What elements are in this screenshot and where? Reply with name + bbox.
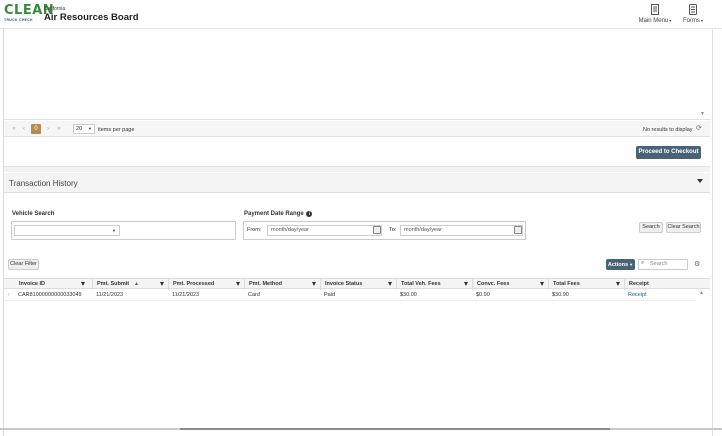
forms-label: Forms	[682, 18, 700, 24]
col-invoice-status[interactable]: Invoice Status	[320, 279, 396, 290]
forms-button[interactable]: Forms ▾	[680, 4, 706, 24]
receipt-link[interactable]: Receipt	[624, 290, 696, 301]
settings-gear-icon[interactable]: ⚙	[694, 260, 700, 268]
caret-down-icon: ▼	[112, 228, 116, 233]
table-scroll-up-icon[interactable]: ▲	[699, 290, 704, 296]
section-divider	[4, 166, 710, 172]
items-per-page-label: items per page	[98, 127, 135, 133]
col-pmt-processed[interactable]: Pmt. Processed	[168, 279, 244, 290]
collapse-chevron-icon[interactable]	[697, 179, 703, 183]
col-label: Invoice ID	[19, 281, 45, 287]
col-label: Total Fees	[553, 281, 580, 287]
table-header: Invoice ID Pmt. Submit ▲ Pmt. Processed P…	[4, 278, 710, 290]
caret-down-icon: ▼	[628, 262, 634, 267]
cell-invoice-status: Paid	[324, 292, 336, 298]
col-pmt-submit[interactable]: Pmt. Submit ▲	[92, 279, 168, 290]
calendar-icon[interactable]	[373, 226, 381, 234]
vehicle-search-label: Vehicle Search	[12, 211, 55, 217]
last-page-icon[interactable]: »	[54, 124, 64, 134]
cart-grid-body	[4, 30, 711, 120]
from-date-input[interactable]: month/day/year	[267, 225, 382, 236]
current-page[interactable]: 0	[31, 124, 41, 134]
col-label: Pmt. Method	[249, 281, 282, 287]
no-results-text: No results to display	[643, 127, 693, 133]
page-size-value: 20	[76, 126, 83, 132]
refresh-icon[interactable]: ⟳	[696, 124, 702, 132]
col-label: Convc. Fees	[477, 281, 510, 287]
filter-icon[interactable]	[312, 282, 316, 286]
filter-icon[interactable]	[388, 282, 392, 286]
search-button[interactable]: Search	[639, 222, 663, 233]
col-label: Total Veh. Fees	[401, 281, 441, 287]
prev-page-icon[interactable]: ‹	[19, 124, 29, 134]
truck-check-logo-text: TRUCK CHECK	[4, 18, 33, 22]
from-label: From:	[247, 227, 262, 233]
cell-pmt-processed: 11/21/2023	[172, 292, 200, 298]
cell-total-veh-fees: $30.00	[400, 292, 417, 298]
filter-icon[interactable]	[81, 282, 85, 286]
clear-filter-button[interactable]: Clear Filter	[8, 259, 39, 270]
col-convc-fees[interactable]: Convc. Fees	[472, 279, 548, 290]
col-label: Receipt	[629, 281, 649, 287]
table-search-placeholder: Search	[650, 261, 668, 267]
transaction-history-header[interactable]	[4, 173, 710, 193]
col-pmt-method[interactable]: Pmt. Method	[244, 279, 320, 290]
table-search-field[interactable]: ⌕ Search	[638, 259, 688, 270]
col-receipt: Receipt	[624, 279, 704, 290]
col-label: Pmt. Submit	[97, 281, 130, 287]
forms-icon	[689, 4, 697, 15]
clear-search-button[interactable]: Clear Search	[666, 222, 701, 233]
payment-date-range-label: Payment Date Range i	[244, 211, 313, 217]
chevron-down-icon: ▾	[699, 18, 704, 23]
filter-icon[interactable]	[464, 282, 468, 286]
info-icon[interactable]: i	[306, 211, 313, 217]
payment-date-range-text: Payment Date Range	[244, 211, 304, 217]
cell-invoice-id: CAR81000000000033049	[18, 292, 82, 298]
proceed-to-checkout-button[interactable]: Proceed to Checkout	[636, 146, 701, 159]
vehicle-search-select[interactable]: ▼	[14, 225, 120, 236]
filter-icon[interactable]	[616, 282, 620, 286]
filter-icon[interactable]	[540, 282, 544, 286]
actions-button[interactable]: Actions ▼	[606, 259, 635, 270]
main-menu-button[interactable]: Main Menu ▾	[636, 4, 674, 24]
first-page-icon[interactable]: «	[9, 124, 19, 134]
to-date-input[interactable]: month/day/year	[400, 225, 523, 236]
horizontal-scrollbar-thumb[interactable]	[180, 428, 610, 430]
col-label: Invoice Status	[325, 281, 363, 287]
agency-title: Air Resources Board	[44, 12, 139, 23]
filter-icon[interactable]	[160, 282, 164, 286]
sort-asc-icon[interactable]: ▲	[134, 279, 139, 290]
cell-total-fees: $30.90	[552, 292, 569, 298]
calendar-icon[interactable]	[514, 226, 522, 234]
menu-doc-icon	[650, 4, 659, 15]
scroll-down-icon[interactable]: ▼	[700, 111, 705, 117]
chevron-down-icon: ▾	[668, 18, 672, 23]
caret-down-icon: ▼	[88, 126, 92, 131]
main-menu-label: Main Menu	[638, 18, 669, 24]
cell-pmt-method: Card	[248, 292, 260, 298]
col-label: Pmt. Processed	[173, 281, 215, 287]
col-total-fees[interactable]: Total Fees	[548, 279, 624, 290]
next-page-icon[interactable]: ›	[43, 124, 53, 134]
col-invoice-id[interactable]: Invoice ID	[15, 279, 92, 290]
cell-convc-fees: $0.90	[476, 292, 490, 298]
table-row[interactable]: › CAR81000000000033049 11/21/2023 11/21/…	[4, 290, 696, 301]
actions-label: Actions	[607, 262, 629, 268]
transaction-history-title: Transaction History	[9, 179, 78, 188]
to-label: To:	[389, 227, 397, 233]
search-icon: ⌕	[641, 260, 645, 266]
page-size-select[interactable]: 20 ▼	[73, 124, 95, 134]
col-total-veh-fees[interactable]: Total Veh. Fees	[396, 279, 472, 290]
filter-icon[interactable]	[236, 282, 240, 286]
grid-scrollbar[interactable]: ▼	[698, 31, 708, 119]
cell-pmt-submit: 11/21/2023	[96, 292, 124, 298]
